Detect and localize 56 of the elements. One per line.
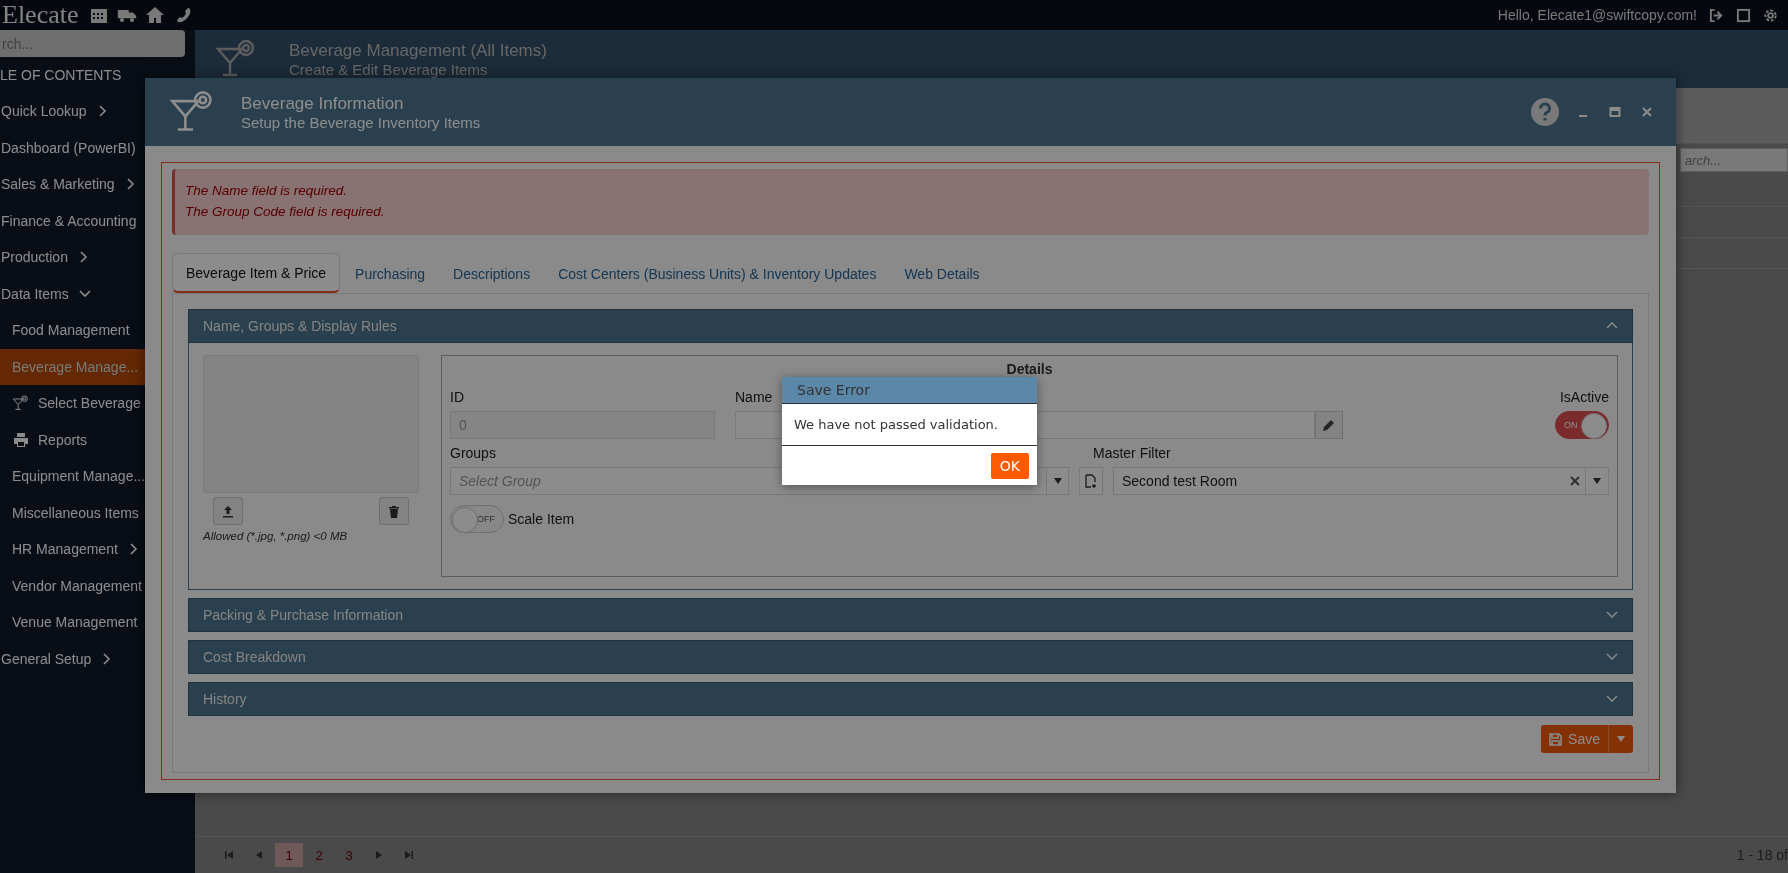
add-button[interactable] [1079,467,1103,495]
fieldset-title: Details [1006,361,1053,377]
logo: Elecate [2,0,79,30]
page-title: Beverage Management (All Items) [289,40,547,61]
field-label: Groups [450,445,496,463]
dropdown[interactable]: Second test Room [1113,467,1609,495]
tab[interactable]: Purchasing [342,253,439,293]
dialog-title: Save Error [782,377,1037,404]
tab[interactable]: Web Details [891,253,993,293]
pencil-icon [1322,418,1336,432]
caret-icon [1593,478,1601,484]
field-label: IsActive [1560,389,1609,407]
search-field[interactable]: arch... [1680,148,1788,172]
dropdown-caret-button[interactable] [1047,467,1069,495]
modal-subtitle: Setup the Beverage Inventory Items [241,113,481,131]
sidebar-heading: LE OF CONTENTS [0,66,123,85]
calendar-icon[interactable] [88,6,109,24]
caret-icon [1053,478,1062,484]
sign-out-icon[interactable] [1709,7,1724,23]
tab[interactable]: Cost Centers (Business Units) & Inventory Updates [545,253,890,293]
new-document-icon [1085,474,1097,488]
edit-button[interactable] [1315,411,1343,439]
field-label: ID [450,389,464,407]
sidebar-item[interactable]: Quick Lookup [0,93,195,130]
caret-icon [1617,736,1625,742]
modal-title: Beverage Information [241,93,405,114]
sidebar-item[interactable]: HR Management [0,531,195,568]
toggle-label: Scale Item [508,511,575,527]
upload-icon [222,504,234,518]
field-label: Name [734,389,773,407]
delete-button[interactable] [379,497,409,525]
printer-icon [12,431,30,448]
tab[interactable]: Beverage Item & Price [172,253,341,293]
upload-button[interactable] [213,497,243,525]
house-icon[interactable] [144,6,165,24]
greeting-text: Hello, Elecate1@swiftcopy.com! [1497,7,1697,23]
section-header[interactable]: History [188,682,1633,716]
trash-icon [388,504,400,518]
toggle-switch[interactable]: OFF [450,505,504,533]
window-icon[interactable] [1736,7,1751,23]
sidebar-item[interactable]: Reports [0,421,195,458]
section-header[interactable]: Packing & Purchase Information [188,598,1633,632]
page-subtitle: Create & Edit Beverage Items [289,60,489,78]
section-header[interactable]: Name, Groups & Display Rules [188,309,1633,343]
field-label: Master Filter [1093,445,1171,463]
ok-button[interactable]: OK [990,453,1029,479]
section-header[interactable]: Cost Breakdown [188,640,1633,674]
toggle-switch[interactable]: ON [1555,411,1609,439]
cocktail-icon [12,395,30,412]
upload-hint: Allowed (*.jpg, *.png) <0 MB [203,530,349,542]
error-alert: The Name field is required. The Group Code field is required. [172,169,1649,235]
sidebar-item[interactable]: Select Beverage [0,385,195,422]
settings-icon[interactable] [1763,7,1778,23]
dialog-message: We have not passed validation. [782,404,1037,446]
help-icon[interactable] [1530,97,1560,127]
tab[interactable]: Descriptions [440,253,544,293]
